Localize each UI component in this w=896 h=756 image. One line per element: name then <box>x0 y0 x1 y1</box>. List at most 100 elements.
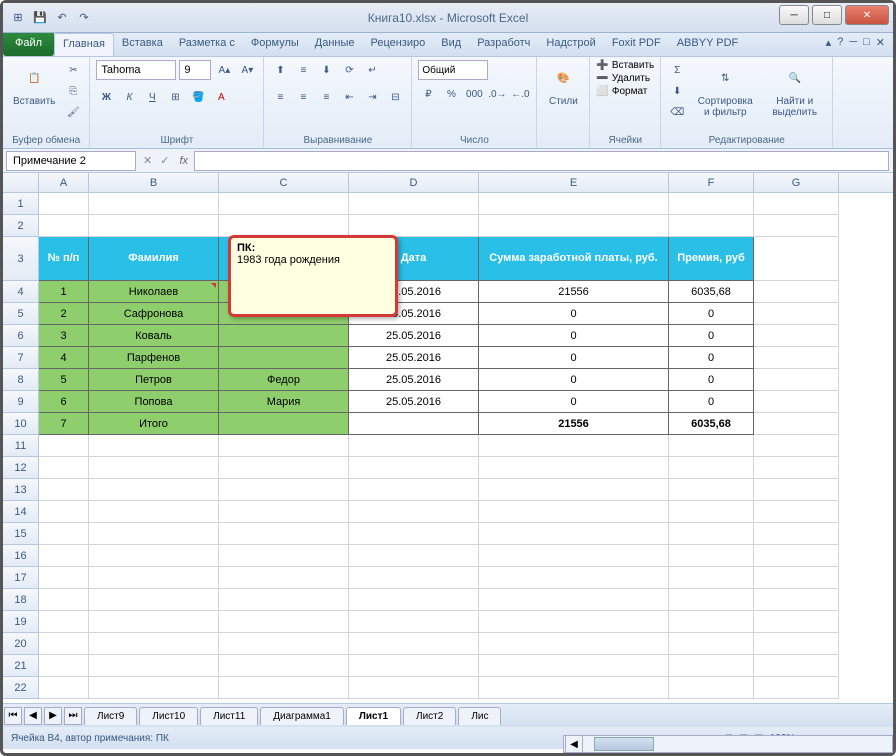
cell-salary[interactable]: 0 <box>479 303 669 325</box>
tab-nav-next-icon[interactable]: ▶ <box>44 707 62 725</box>
cell-surname[interactable]: Николаев <box>89 281 219 303</box>
col-header-b[interactable]: B <box>89 173 219 192</box>
cell-comment[interactable]: ПК: 1983 года рождения <box>228 235 398 317</box>
format-painter-icon[interactable]: 🖌 <box>63 102 83 122</box>
cell-date[interactable]: 25.05.2016 <box>349 391 479 413</box>
excel-icon[interactable]: ⊞ <box>9 9 27 27</box>
cell-firstname[interactable] <box>219 347 349 369</box>
col-header-e[interactable]: E <box>479 173 669 192</box>
sheet-tab[interactable]: Диаграмма1 <box>260 707 344 725</box>
font-size-input[interactable] <box>179 60 211 80</box>
cell-date[interactable]: 25.05.2016 <box>349 347 479 369</box>
cell-salary[interactable]: 0 <box>479 369 669 391</box>
cell-bonus[interactable]: 6035,68 <box>669 281 754 303</box>
col-header-f[interactable]: F <box>669 173 754 192</box>
row-header[interactable]: 14 <box>3 501 39 523</box>
border-icon[interactable]: ⊞ <box>165 87 185 107</box>
align-bottom-icon[interactable]: ⬇ <box>316 60 336 80</box>
horizontal-scrollbar[interactable]: ◀ <box>563 735 893 753</box>
name-box[interactable]: Примечание 2 <box>6 151 136 171</box>
cell-salary[interactable]: 0 <box>479 325 669 347</box>
tab-addins[interactable]: Надстрой <box>538 33 603 56</box>
row-header[interactable]: 16 <box>3 545 39 567</box>
tab-nav-last-icon[interactable]: ⏭ <box>64 707 82 725</box>
tab-nav-prev-icon[interactable]: ◀ <box>24 707 42 725</box>
row-header[interactable]: 8 <box>3 369 39 391</box>
row-header[interactable]: 6 <box>3 325 39 347</box>
font-name-input[interactable] <box>96 60 176 80</box>
row-header[interactable]: 21 <box>3 655 39 677</box>
scroll-left-icon[interactable]: ◀ <box>565 735 583 753</box>
col-header-a[interactable]: A <box>39 173 89 192</box>
row-header[interactable]: 10 <box>3 413 39 435</box>
orientation-icon[interactable]: ⟳ <box>339 60 359 80</box>
cut-icon[interactable]: ✂ <box>63 60 83 80</box>
col-header-d[interactable]: D <box>349 173 479 192</box>
row-header[interactable]: 1 <box>3 193 39 215</box>
cell-salary[interactable]: 21556 <box>479 281 669 303</box>
cell-salary[interactable]: 0 <box>479 347 669 369</box>
bold-button[interactable]: Ж <box>96 87 116 107</box>
decrease-decimal-icon[interactable]: ←.0 <box>510 84 530 104</box>
cell-bonus[interactable]: 0 <box>669 325 754 347</box>
row-header[interactable]: 11 <box>3 435 39 457</box>
cell-firstname[interactable] <box>219 325 349 347</box>
row-header[interactable]: 9 <box>3 391 39 413</box>
cell-bonus[interactable]: 0 <box>669 391 754 413</box>
win-restore-icon[interactable]: □ <box>863 36 870 49</box>
cell-num[interactable]: 2 <box>39 303 89 325</box>
row-header[interactable]: 19 <box>3 611 39 633</box>
wrap-text-icon[interactable]: ↵ <box>362 60 382 80</box>
row-header[interactable]: 12 <box>3 457 39 479</box>
fill-color-icon[interactable]: 🪣 <box>188 87 208 107</box>
cell-date[interactable] <box>349 413 479 435</box>
win-close-icon[interactable]: ✕ <box>876 36 885 49</box>
comma-icon[interactable]: 000 <box>464 84 484 104</box>
insert-cells-button[interactable]: ➕Вставить <box>596 60 654 71</box>
tab-view[interactable]: Вид <box>433 33 469 56</box>
autosum-icon[interactable]: Σ <box>667 60 687 80</box>
clear-icon[interactable]: ⌫ <box>667 102 687 122</box>
find-select-button[interactable]: 🔍 Найти и выделить <box>763 60 826 120</box>
cell-bonus[interactable]: 0 <box>669 369 754 391</box>
align-center-icon[interactable]: ≡ <box>293 87 313 107</box>
font-color-icon[interactable]: A <box>211 87 231 107</box>
tab-home[interactable]: Главная <box>54 33 114 56</box>
minimize-button[interactable]: ─ <box>779 5 809 25</box>
sheet-tab[interactable]: Лист10 <box>139 707 198 725</box>
row-header[interactable]: 20 <box>3 633 39 655</box>
increase-decimal-icon[interactable]: .0→ <box>487 84 507 104</box>
underline-button[interactable]: Ч <box>142 87 162 107</box>
tab-nav-first-icon[interactable]: ⏮ <box>4 707 22 725</box>
scroll-thumb[interactable] <box>594 737 654 751</box>
row-header[interactable]: 4 <box>3 281 39 303</box>
tab-file[interactable]: Файл <box>3 33 54 56</box>
decrease-indent-icon[interactable]: ⇤ <box>339 87 359 107</box>
format-cells-button[interactable]: ⬜Формат <box>596 86 647 97</box>
cell-firstname[interactable]: Федор <box>219 369 349 391</box>
cell-num[interactable]: 7 <box>39 413 89 435</box>
copy-icon[interactable]: ⎘ <box>63 81 83 101</box>
row-header[interactable]: 17 <box>3 567 39 589</box>
row-header[interactable]: 15 <box>3 523 39 545</box>
tab-formulas[interactable]: Формулы <box>243 33 307 56</box>
align-top-icon[interactable]: ⬆ <box>270 60 290 80</box>
win-min-icon[interactable]: ─ <box>849 36 857 49</box>
cell-salary[interactable]: 21556 <box>479 413 669 435</box>
cell-date[interactable]: 25.05.2016 <box>349 325 479 347</box>
merge-icon[interactable]: ⊟ <box>385 87 405 107</box>
row-header[interactable]: 3 <box>3 237 39 281</box>
cell-surname[interactable]: Попова <box>89 391 219 413</box>
enter-icon[interactable]: ✓ <box>156 154 173 167</box>
formula-input[interactable] <box>194 151 889 171</box>
close-button[interactable]: ✕ <box>845 5 889 25</box>
sheet-tab[interactable]: Лис <box>458 707 501 725</box>
cell-surname[interactable]: Петров <box>89 369 219 391</box>
row-header[interactable]: 22 <box>3 677 39 699</box>
cell-surname[interactable]: Парфенов <box>89 347 219 369</box>
styles-button[interactable]: 🎨 Стили <box>543 60 583 109</box>
row-header[interactable]: 13 <box>3 479 39 501</box>
currency-icon[interactable]: ₽ <box>418 84 438 104</box>
header-bonus[interactable]: Премия, руб <box>669 237 754 281</box>
number-format-select[interactable] <box>418 60 488 80</box>
